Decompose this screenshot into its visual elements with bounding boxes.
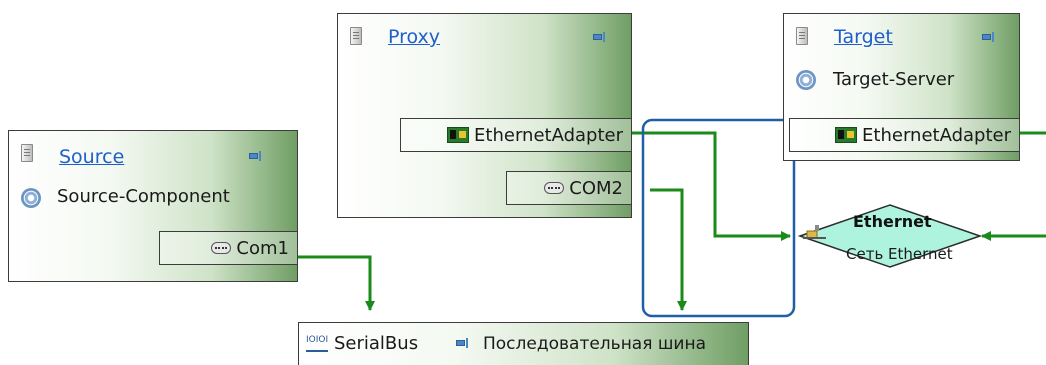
pin-icon[interactable] [982, 32, 996, 42]
network-subtitle: Сеть Ethernet [846, 245, 953, 263]
target-title[interactable]: Target [834, 26, 893, 48]
proxy-ethernet-port[interactable]: EthernetAdapter [400, 118, 632, 152]
gear-icon [796, 70, 816, 90]
bus-name[interactable]: SerialBus [334, 333, 418, 354]
link-com1-serialbus[interactable] [298, 255, 375, 311]
ethernet-adapter-icon [447, 127, 470, 143]
network-title[interactable]: Ethernet [853, 212, 932, 231]
serialbus-node[interactable]: IOIOI SerialBus Последовательная шина [298, 322, 749, 365]
ethernet-adapter-icon [835, 127, 858, 143]
com-port-icon [211, 242, 232, 254]
proxy-com2-port[interactable]: COM2 [506, 171, 632, 205]
port-label: COM2 [569, 177, 623, 199]
target-ethernet-port[interactable]: EthernetAdapter [789, 118, 1020, 152]
source-com1-port[interactable]: Com1 [159, 231, 298, 265]
source-title[interactable]: Source [59, 146, 124, 168]
proxy-node[interactable]: Proxy EthernetAdapter COM2 [337, 13, 632, 218]
com-port-icon [544, 182, 565, 194]
server-icon [796, 27, 808, 45]
gear-icon [21, 188, 41, 208]
port-label: Com1 [236, 237, 289, 259]
pin-icon[interactable] [593, 32, 607, 42]
server-icon [21, 144, 33, 162]
bus-icon: IOIOI [306, 336, 328, 352]
target-node[interactable]: Target Target-Server EthernetAdapter [783, 13, 1020, 161]
proxy-title[interactable]: Proxy [388, 26, 440, 48]
port-label: EthernetAdapter [862, 124, 1011, 146]
selection-box [641, 118, 796, 318]
source-node[interactable]: Source Source-Component Com1 [8, 130, 298, 282]
bus-subtitle: Последовательная шина [483, 334, 706, 354]
server-icon [350, 27, 362, 45]
pin-icon[interactable] [249, 151, 263, 161]
target-component[interactable]: Target-Server [833, 69, 954, 90]
link-proxy-ethernet[interactable] [630, 131, 791, 241]
pin-icon[interactable] [456, 338, 470, 348]
port-label: EthernetAdapter [474, 124, 623, 146]
link-com2-serialbus[interactable] [650, 188, 687, 311]
source-component[interactable]: Source-Component [57, 186, 230, 207]
